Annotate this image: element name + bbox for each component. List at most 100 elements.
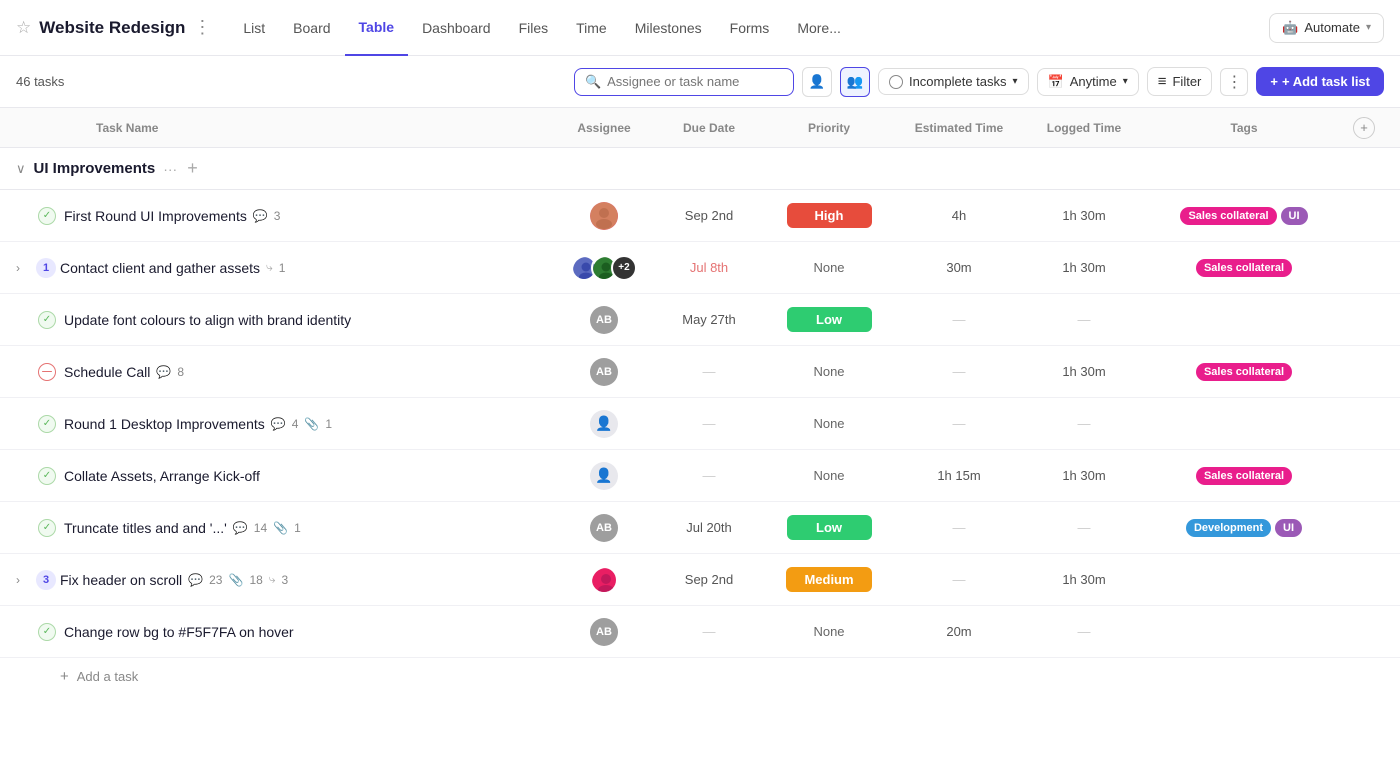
task-name-text[interactable]: Collate Assets, Arrange Kick-off [64, 468, 260, 484]
task-name-cell: Fix header on scroll 💬 23 📎 18 ⤷ 3 [60, 572, 554, 588]
anytime-button[interactable]: 📅 Anytime ▾ [1037, 68, 1139, 96]
table-row: ✓ Truncate titles and and '...' 💬 14 📎 1… [0, 502, 1400, 554]
tab-time[interactable]: Time [562, 0, 621, 56]
est-time-cell: — [894, 416, 1024, 431]
avatar-group: +2 [571, 255, 637, 281]
status-blocked-icon [38, 363, 56, 381]
table-row: ✓ Round 1 Desktop Improvements 💬 4 📎 1 👤… [0, 398, 1400, 450]
assignee-group-button[interactable]: 👥 [840, 67, 870, 97]
table-row: Schedule Call 💬 8 AB — None — 1h 30m Sal… [0, 346, 1400, 398]
tab-list[interactable]: List [229, 0, 279, 56]
group-icon: 👥 [847, 74, 864, 90]
table-row: ✓ First Round UI Improvements 💬 3 Sep 2n… [0, 190, 1400, 242]
priority-cell[interactable]: None [764, 416, 894, 431]
table-row: ✓ Change row bg to #F5F7FA on hover AB —… [0, 606, 1400, 658]
add-column-button[interactable]: + [1353, 117, 1375, 139]
task-comment-count: 8 [177, 365, 184, 379]
priority-cell[interactable]: None [764, 468, 894, 483]
task-name-text[interactable]: Contact client and gather assets [60, 260, 260, 276]
table-row: ✓ Collate Assets, Arrange Kick-off 👤 — N… [0, 450, 1400, 502]
row-status[interactable] [36, 363, 58, 381]
est-time-cell: 4h [894, 208, 1024, 223]
task-name-cell: First Round UI Improvements 💬 3 [58, 208, 554, 224]
due-date-cell: Sep 2nd [654, 208, 764, 223]
row-expand[interactable]: › [16, 261, 36, 275]
group-collapse-icon[interactable]: ∨ [16, 161, 26, 177]
filter-button[interactable]: ≡ Filter [1147, 67, 1213, 96]
row-status[interactable]: ✓ [36, 311, 58, 329]
task-comment-icon: 💬 [271, 417, 286, 431]
tab-forms[interactable]: Forms [716, 0, 784, 56]
row-status[interactable]: ✓ [36, 623, 58, 641]
anytime-label: Anytime [1070, 74, 1117, 89]
avatar-placeholder: 👤 [590, 410, 618, 438]
tag-sales-collateral: Sales collateral [1196, 259, 1292, 277]
tags-cell: Sales collateral [1144, 363, 1344, 381]
task-name-text[interactable]: Round 1 Desktop Improvements [64, 416, 265, 432]
task-name-text[interactable]: Update font colours to align with brand … [64, 312, 351, 328]
add-task-list-button[interactable]: + + Add task list [1256, 67, 1384, 96]
search-box[interactable]: 🔍 [574, 68, 794, 96]
add-task-row[interactable]: + Add a task [0, 658, 1400, 695]
circle-icon [889, 75, 903, 89]
task-name-text[interactable]: Fix header on scroll [60, 572, 182, 588]
priority-cell[interactable]: Low [764, 515, 894, 540]
logged-time-cell: — [1024, 312, 1144, 327]
priority-cell[interactable]: None [764, 364, 894, 379]
avatar [590, 202, 618, 230]
calendar-icon: 📅 [1048, 74, 1064, 90]
col-priority: Priority [764, 121, 894, 135]
tab-milestones[interactable]: Milestones [621, 0, 716, 56]
row-expand[interactable]: › [16, 573, 36, 587]
task-name-cell: Collate Assets, Arrange Kick-off [58, 468, 554, 484]
task-name-text[interactable]: First Round UI Improvements [64, 208, 247, 224]
task-name-text[interactable]: Change row bg to #F5F7FA on hover [64, 624, 294, 640]
group-add-icon[interactable]: + [187, 158, 198, 179]
tab-table[interactable]: Table [345, 0, 409, 56]
priority-cell[interactable]: Low [764, 307, 894, 332]
row-status[interactable]: ✓ [36, 467, 58, 485]
star-icon[interactable]: ☆ [16, 18, 31, 38]
incomplete-tasks-label: Incomplete tasks [909, 74, 1007, 89]
group-more-icon[interactable]: ··· [163, 161, 177, 177]
priority-none: None [813, 624, 844, 639]
col-add[interactable]: + [1344, 117, 1384, 139]
task-subtask-count: 1 [279, 261, 286, 275]
top-nav: ☆ Website Redesign ⋮ List Board Table Da… [0, 0, 1400, 56]
status-done-icon: ✓ [38, 207, 56, 225]
task-name-text[interactable]: Truncate titles and and '...' [64, 520, 227, 536]
assignee-single-button[interactable]: 👤 [802, 67, 832, 97]
priority-cell[interactable]: None [764, 260, 894, 275]
search-input[interactable] [607, 74, 783, 89]
project-more-icon[interactable]: ⋮ [193, 17, 211, 38]
tab-files[interactable]: Files [505, 0, 563, 56]
task-subtask-icon: ⤷ [269, 572, 276, 587]
task-name-cell: Update font colours to align with brand … [58, 312, 554, 328]
row-status[interactable]: ✓ [36, 519, 58, 537]
tag-sales-collateral: Sales collateral [1180, 207, 1276, 225]
row-status[interactable]: ✓ [36, 207, 58, 225]
tab-board[interactable]: Board [279, 0, 344, 56]
est-time-cell: — [894, 520, 1024, 535]
task-comment-icon: 💬 [188, 573, 203, 587]
priority-cell[interactable]: Medium [764, 567, 894, 592]
row-status[interactable]: ✓ [36, 415, 58, 433]
tab-more[interactable]: More... [783, 0, 855, 56]
tab-dashboard[interactable]: Dashboard [408, 0, 505, 56]
incomplete-tasks-button[interactable]: Incomplete tasks ▾ [878, 68, 1029, 95]
person-icon: 👤 [809, 74, 826, 90]
more-options-button[interactable]: ⋮ [1220, 68, 1248, 96]
priority-none: None [813, 416, 844, 431]
automate-button[interactable]: 🤖 Automate ▾ [1269, 13, 1384, 43]
add-task-list-label: + Add task list [1282, 74, 1370, 89]
due-date-cell: — [654, 624, 764, 639]
project-title: Website Redesign [39, 18, 185, 38]
priority-cell[interactable]: High [764, 203, 894, 228]
priority-cell[interactable]: None [764, 624, 894, 639]
due-date-cell: Jul 8th [654, 260, 764, 275]
task-comment-count: 4 [292, 417, 299, 431]
chevron-down-icon: ▾ [1123, 76, 1128, 87]
task-name-text[interactable]: Schedule Call [64, 364, 150, 380]
assignee-cell: AB [554, 306, 654, 334]
nav-tabs: List Board Table Dashboard Files Time Mi… [229, 0, 855, 56]
